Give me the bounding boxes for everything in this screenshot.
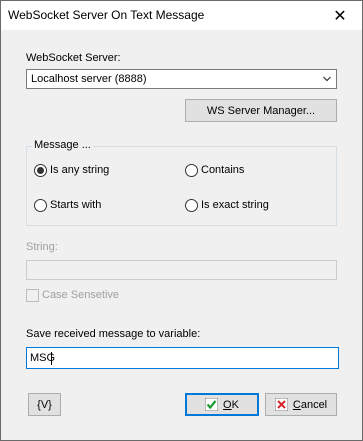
radio-is-any-string[interactable] <box>34 164 47 177</box>
chevron-down-icon <box>323 76 331 82</box>
radio-starts-with-label[interactable]: Starts with <box>50 199 101 211</box>
title-bar: WebSocket Server On Text Message ✕ <box>1 1 362 30</box>
string-label: String: <box>26 241 58 253</box>
ws-server-manager-button[interactable]: WS Server Manager... <box>185 99 337 122</box>
variables-button-label: {V} <box>37 398 52 411</box>
green-check-icon <box>205 398 219 411</box>
save-variable-input[interactable]: MSG <box>26 347 339 369</box>
variables-button[interactable]: {V} <box>28 393 61 416</box>
red-x-icon <box>274 398 288 411</box>
radio-is-any-string-label[interactable]: Is any string <box>50 164 109 176</box>
text-caret <box>51 352 52 365</box>
server-selected-value: Localhost server (8888) <box>31 73 147 85</box>
save-variable-label: Save received message to variable: <box>26 328 201 340</box>
ws-server-manager-label: WS Server Manager... <box>206 104 316 117</box>
ok-button[interactable]: OK <box>185 393 259 416</box>
close-icon: ✕ <box>333 7 347 25</box>
radio-is-exact-string-label[interactable]: Is exact string <box>201 199 269 211</box>
radio-is-exact-string[interactable] <box>185 199 198 212</box>
radio-contains[interactable] <box>185 164 198 177</box>
close-button[interactable]: ✕ <box>318 1 362 30</box>
case-sensitive-label: Case Sensetive <box>42 289 120 301</box>
case-sensitive-checkbox[interactable] <box>26 289 39 302</box>
string-input[interactable] <box>26 260 337 280</box>
radio-starts-with[interactable] <box>34 199 47 212</box>
cancel-button-label: Cancel <box>292 398 328 411</box>
message-groupbox <box>26 146 337 226</box>
window-title: WebSocket Server On Text Message <box>8 8 205 22</box>
ok-button-label: OK <box>223 398 239 411</box>
server-select[interactable]: Localhost server (8888) <box>26 69 337 89</box>
cancel-button[interactable]: Cancel <box>265 393 337 416</box>
message-group-legend: Message ... <box>32 139 93 151</box>
dialog-window: WebSocket Server On Text Message ✕ WebSo… <box>0 0 363 441</box>
radio-contains-label[interactable]: Contains <box>201 164 244 176</box>
server-label: WebSocket Server: <box>26 52 121 64</box>
